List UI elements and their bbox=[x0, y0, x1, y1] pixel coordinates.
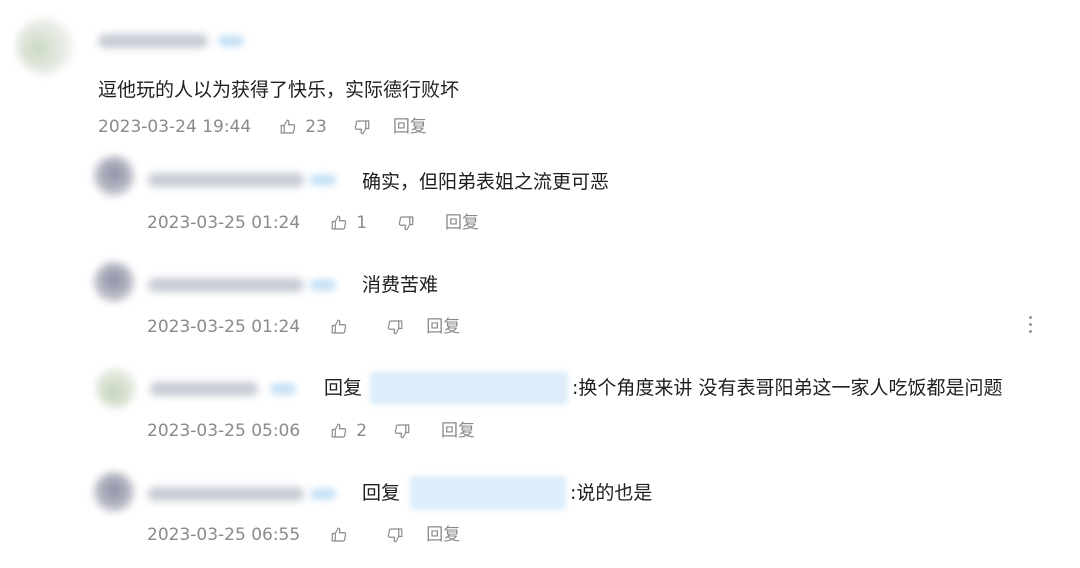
comment-timestamp: 2023-03-24 19:44 bbox=[98, 117, 252, 137]
like-button[interactable]: 2 bbox=[330, 421, 367, 441]
reply-username[interactable] bbox=[148, 278, 304, 292]
reply-user-badge bbox=[270, 384, 296, 394]
thumb-down-icon bbox=[353, 118, 371, 136]
thumb-up-icon bbox=[279, 118, 297, 136]
dislike-button[interactable] bbox=[386, 526, 404, 544]
thumb-up-icon bbox=[330, 526, 348, 544]
reply-meta: 2023-03-25 06:55 回复 bbox=[147, 525, 460, 545]
reply-timestamp: 2023-03-25 06:55 bbox=[147, 525, 301, 545]
reply-button[interactable]: 回复 bbox=[445, 213, 479, 233]
reply-timestamp: 2023-03-25 01:24 bbox=[147, 213, 301, 233]
like-button[interactable]: 1 bbox=[330, 213, 367, 233]
reply-user-badge bbox=[310, 175, 336, 185]
reply-avatar[interactable] bbox=[94, 472, 134, 512]
thumb-up-icon bbox=[330, 422, 348, 440]
reply-user-badge bbox=[310, 489, 336, 499]
thumb-up-icon bbox=[330, 318, 348, 336]
reply-prefix: 回复 bbox=[362, 482, 401, 504]
reply-prefix: 回复 bbox=[324, 377, 363, 399]
reply-button[interactable]: 回复 bbox=[426, 317, 460, 337]
reply-text: 确实，但阳弟表姐之流更可恶 bbox=[362, 171, 610, 193]
reply-text: :换个角度来讲 没有表哥阳弟这一家人吃饭都是问题 bbox=[572, 377, 1003, 399]
reply-button[interactable]: 回复 bbox=[441, 421, 475, 441]
reply-avatar[interactable] bbox=[94, 156, 134, 196]
reply-avatar[interactable] bbox=[96, 368, 136, 408]
comment-text: 逗他玩的人以为获得了快乐，实际德行败坏 bbox=[98, 79, 460, 101]
reply-meta: 2023-03-25 01:24 1 回复 bbox=[147, 213, 479, 233]
thumb-down-icon bbox=[386, 318, 404, 336]
reply-timestamp: 2023-03-25 01:24 bbox=[147, 317, 301, 337]
like-count: 23 bbox=[305, 117, 327, 137]
like-count: 2 bbox=[356, 421, 368, 441]
reply-username[interactable] bbox=[148, 173, 304, 187]
like-button[interactable] bbox=[330, 318, 348, 336]
reply-text: :说的也是 bbox=[570, 482, 653, 504]
mention-link[interactable] bbox=[410, 476, 566, 510]
reply-username[interactable] bbox=[148, 487, 304, 501]
reply-avatar[interactable] bbox=[94, 262, 134, 302]
mention-link[interactable] bbox=[370, 371, 568, 405]
reply-timestamp: 2023-03-25 05:06 bbox=[147, 421, 301, 441]
reply-button[interactable]: 回复 bbox=[426, 525, 460, 545]
dislike-button[interactable] bbox=[386, 318, 404, 336]
reply-username[interactable] bbox=[150, 382, 258, 396]
reply-meta: 2023-03-25 01:24 回复 bbox=[147, 317, 460, 337]
comment-username[interactable] bbox=[98, 34, 208, 48]
thumb-down-icon bbox=[397, 214, 415, 232]
more-vertical-icon[interactable] bbox=[1029, 316, 1033, 333]
dislike-button[interactable] bbox=[397, 214, 415, 232]
like-count: 1 bbox=[356, 213, 368, 233]
dislike-button[interactable] bbox=[393, 422, 411, 440]
reply-meta: 2023-03-25 05:06 2 回复 bbox=[147, 421, 475, 441]
like-button[interactable] bbox=[330, 526, 348, 544]
thumb-down-icon bbox=[386, 526, 404, 544]
reply-button[interactable]: 回复 bbox=[393, 117, 427, 137]
like-button[interactable]: 23 bbox=[279, 117, 327, 137]
reply-user-badge bbox=[310, 280, 336, 290]
reply-text: 消费苦难 bbox=[362, 274, 439, 296]
comment-avatar[interactable] bbox=[16, 18, 72, 74]
dislike-button[interactable] bbox=[353, 118, 371, 136]
comment-user-badge bbox=[218, 36, 244, 46]
thumb-up-icon bbox=[330, 214, 348, 232]
thumb-down-icon bbox=[393, 422, 411, 440]
comment-meta: 2023-03-24 19:44 23 回复 bbox=[98, 117, 427, 137]
